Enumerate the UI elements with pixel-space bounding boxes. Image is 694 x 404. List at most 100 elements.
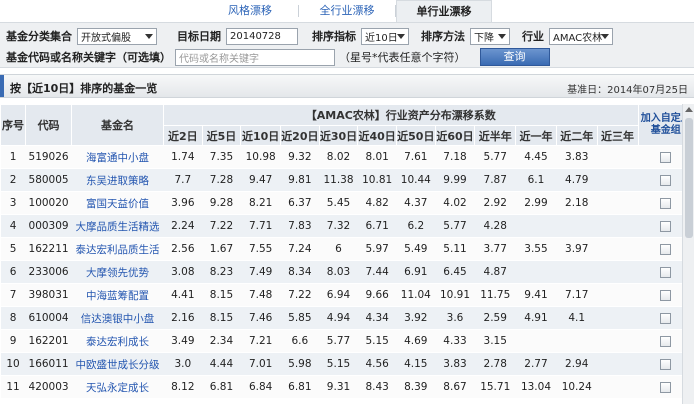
header-period[interactable]: 近40日 bbox=[357, 125, 397, 146]
add-to-group-checkbox[interactable] bbox=[660, 312, 672, 324]
header-name: 基金名 bbox=[71, 104, 164, 146]
cell-drift-value: 4.69 bbox=[396, 329, 436, 353]
cell-drift-value: 5.85 bbox=[280, 306, 320, 330]
header-period[interactable]: 近半年 bbox=[474, 125, 517, 146]
cell-drift-value: 6.94 bbox=[319, 283, 358, 307]
header-period[interactable]: 近30日 bbox=[318, 125, 359, 146]
cell-drift-value: 7.17 bbox=[556, 283, 598, 307]
wildcard-hint: （星号*代表任意个字符） bbox=[339, 51, 466, 64]
add-to-group-checkbox[interactable] bbox=[660, 381, 672, 393]
cell-drift-value: 8.21 bbox=[240, 191, 281, 215]
tab-single-industry-drift[interactable]: 单行业漂移 bbox=[396, 0, 492, 22]
cell-drift-value: 2.77 bbox=[515, 352, 557, 376]
cell-drift-value bbox=[515, 329, 557, 353]
cell-drift-value: 7.71 bbox=[240, 214, 281, 238]
cell-drift-value: 6.84 bbox=[240, 375, 281, 399]
table-row: 11 420003 天弘永定成长 8.12 6.81 6.84 6.81 9.31 8.43 8.… bbox=[0, 375, 694, 399]
cell-drift-value: 15.71 bbox=[474, 375, 516, 399]
header-period[interactable]: 近二年 bbox=[555, 125, 598, 146]
header-period[interactable]: 近20日 bbox=[280, 125, 320, 146]
cell-seq: 1 bbox=[0, 145, 26, 169]
add-to-group-checkbox[interactable] bbox=[660, 289, 672, 301]
tab-style-drift[interactable]: 风格漂移 bbox=[202, 0, 298, 22]
cell-drift-value: 4.41 bbox=[163, 283, 203, 307]
cell-drift-value: 5.98 bbox=[280, 352, 320, 376]
cell-seq: 10 bbox=[0, 352, 26, 376]
header-period[interactable]: 近50日 bbox=[395, 125, 436, 146]
cell-drift-value: 3.83 bbox=[435, 352, 475, 376]
cell-drift-value: 5.15 bbox=[319, 352, 358, 376]
header-period[interactable]: 近5日 bbox=[201, 125, 242, 146]
fund-name-link[interactable]: 天弘永定成长 bbox=[71, 375, 164, 399]
cell-drift-value bbox=[597, 145, 639, 169]
cell-drift-value: 4.33 bbox=[435, 329, 475, 353]
cell-drift-value: 3.83 bbox=[556, 145, 598, 169]
query-button[interactable]: 查询 bbox=[479, 48, 550, 66]
header-period[interactable]: 近2日 bbox=[163, 125, 203, 146]
tab-all-industry-drift[interactable]: 全行业漂移 bbox=[299, 0, 395, 22]
cell-drift-value bbox=[597, 306, 639, 330]
fund-name-link[interactable]: 中海蓝筹配置 bbox=[71, 283, 164, 307]
add-to-group-checkbox[interactable] bbox=[660, 197, 672, 209]
date-input[interactable]: 20140728 bbox=[226, 27, 298, 45]
cell-drift-value: 10.24 bbox=[556, 375, 598, 399]
sort-metric-label: 排序指标 bbox=[312, 30, 356, 43]
cell-seq: 2 bbox=[0, 168, 26, 192]
fund-name-link[interactable]: 信达澳银中小盘 bbox=[71, 306, 164, 330]
cell-drift-value: 8.43 bbox=[357, 375, 397, 399]
cell-code: 166011 bbox=[25, 352, 72, 376]
fund-name-link[interactable]: 大摩品质生活精选 bbox=[71, 214, 164, 238]
header-period[interactable]: 近60日 bbox=[434, 125, 476, 146]
header-period[interactable]: 近一年 bbox=[515, 125, 557, 146]
industry-select[interactable]: AMAC农林 bbox=[549, 27, 613, 45]
header-drift-group: 【AMAC农林】行业资产分布漂移系数 bbox=[163, 104, 639, 126]
cell-drift-value: 7.55 bbox=[240, 237, 281, 261]
add-to-group-checkbox[interactable] bbox=[660, 220, 672, 232]
vertical-scrollbar[interactable] bbox=[682, 104, 694, 404]
scroll-thumb[interactable] bbox=[685, 118, 693, 238]
header-period[interactable]: 近10日 bbox=[240, 125, 282, 146]
cell-drift-value: 11.04 bbox=[396, 283, 436, 307]
cell-drift-value: 7.01 bbox=[240, 352, 281, 376]
fund-name-link[interactable]: 东吴进取策略 bbox=[71, 168, 164, 192]
fund-name-link[interactable]: 泰达宏利品质生活 bbox=[71, 237, 164, 261]
cell-drift-value: 4.56 bbox=[357, 352, 397, 376]
cell-drift-value: 4.87 bbox=[474, 260, 516, 284]
sort-metric-select[interactable]: 近10日 bbox=[361, 27, 409, 45]
fund-name-link[interactable]: 大摩领先优势 bbox=[71, 260, 164, 284]
add-to-group-checkbox[interactable] bbox=[660, 358, 672, 370]
add-to-group-checkbox[interactable] bbox=[660, 174, 672, 186]
cell-drift-value bbox=[515, 214, 557, 238]
add-to-group-checkbox[interactable] bbox=[660, 266, 672, 278]
cell-drift-value: 7.22 bbox=[202, 214, 241, 238]
cell-drift-value: 10.81 bbox=[357, 168, 397, 192]
add-to-group-checkbox[interactable] bbox=[660, 243, 672, 255]
fund-name-link[interactable]: 中欧盛世成长分级 bbox=[71, 352, 164, 376]
fund-name-link[interactable]: 海富通中小盘 bbox=[71, 145, 164, 169]
cell-drift-value: 7.32 bbox=[319, 214, 358, 238]
scroll-up-icon[interactable] bbox=[685, 107, 693, 112]
cell-drift-value: 4.82 bbox=[357, 191, 397, 215]
filter-row-2: 基金代码或名称关键字（可选填） 代码或名称关键字 （星号*代表任意个字符） 查询 bbox=[6, 47, 550, 67]
cell-drift-value bbox=[556, 329, 598, 353]
header-period[interactable]: 近三年 bbox=[596, 125, 639, 146]
add-to-group-checkbox[interactable] bbox=[660, 151, 672, 163]
sort-method-select[interactable]: 下降 bbox=[470, 27, 510, 45]
keyword-input[interactable]: 代码或名称关键字 bbox=[175, 48, 335, 66]
add-to-group-checkbox[interactable] bbox=[660, 335, 672, 347]
fund-name-link[interactable]: 泰达宏利成长 bbox=[71, 329, 164, 353]
category-label: 基金分类集合 bbox=[6, 30, 72, 43]
sort-method-label: 排序方法 bbox=[421, 30, 465, 43]
cell-drift-value bbox=[556, 214, 598, 238]
cell-drift-value: 1.67 bbox=[202, 237, 241, 261]
cell-drift-value: 1.74 bbox=[163, 145, 203, 169]
table-row: 4 000309 大摩品质生活精选 2.24 7.22 7.71 7.83 7.32 6.71 6… bbox=[0, 214, 694, 238]
cell-drift-value: 7.7 bbox=[163, 168, 203, 192]
fund-name-link[interactable]: 富国天益价值 bbox=[71, 191, 164, 215]
header-seq: 序号 bbox=[0, 104, 27, 146]
cell-seq: 5 bbox=[0, 237, 26, 261]
date-label: 目标日期 bbox=[177, 30, 221, 43]
cell-seq: 4 bbox=[0, 214, 26, 238]
filter-panel: 基金分类集合 开放式偏股 目标日期 20140728 排序指标 近10日 排序方… bbox=[0, 22, 694, 68]
category-select[interactable]: 开放式偏股 bbox=[77, 27, 157, 45]
